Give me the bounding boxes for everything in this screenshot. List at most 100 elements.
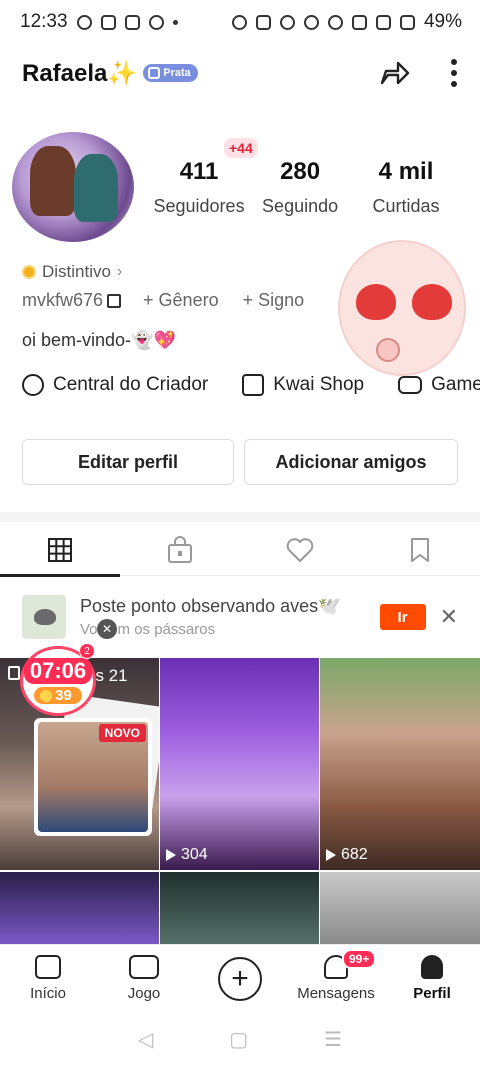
nav-game[interactable]: Jogo (96, 945, 192, 1012)
following-label: Seguindo (262, 196, 339, 216)
home-square-icon[interactable]: ▢ (229, 1027, 248, 1052)
nav-profile[interactable]: Perfil (384, 945, 480, 1012)
heart-eye-right (412, 284, 452, 320)
kwai-shop-link[interactable]: Kwai Shop (242, 374, 364, 396)
tab-private[interactable] (120, 524, 240, 576)
chat-icon (76, 14, 92, 30)
video-thumbnail[interactable] (0, 872, 159, 944)
dot-icon (172, 19, 178, 25)
avatar-image (12, 132, 134, 242)
challenge-subtitle: Vo com os pássaros (80, 621, 216, 638)
heart-icon (286, 538, 314, 562)
alarm-icon (231, 14, 247, 30)
grid-icon (48, 538, 72, 562)
kwai-shop-label: Kwai Shop (273, 374, 365, 395)
recents-icon[interactable]: ☰ (324, 1027, 342, 1052)
edit-id-icon[interactable] (107, 293, 122, 308)
profile-links: Central do Criador Kwai Shop Game (22, 374, 480, 396)
coin-value: 39 (55, 687, 72, 704)
profile-header: Rafaela✨ Prata (0, 50, 480, 96)
section-divider (0, 512, 480, 522)
tab-saved[interactable] (360, 524, 480, 576)
video-thumbnail[interactable]: 304 (160, 658, 319, 870)
likes-stat[interactable]: 4 mil Curtidas (352, 158, 460, 217)
tab-posts[interactable] (0, 524, 120, 577)
new-tag: NOVO (98, 724, 146, 742)
clock: 12:33 (20, 11, 68, 32)
bookmark-icon (411, 538, 429, 562)
new-video-card[interactable]: NOVO (34, 718, 152, 836)
more-options-icon[interactable] (450, 58, 458, 88)
badge-icon (148, 67, 161, 79)
add-friends-button[interactable]: Adicionar amigos (244, 439, 458, 485)
view-count: 682 (326, 846, 368, 864)
play-icon (326, 849, 336, 861)
status-bar: 12:33 49% (0, 0, 480, 44)
heart-eye-left (356, 284, 396, 320)
timer-time: 07:06 (23, 658, 93, 684)
tab-liked[interactable] (240, 524, 360, 576)
home-icon (35, 955, 61, 979)
moon-icon (279, 14, 295, 30)
coin-counter: 39 (34, 687, 82, 704)
signal-icon (375, 14, 391, 30)
go-button[interactable]: Ir (379, 604, 426, 630)
close-icon[interactable]: ✕ (440, 604, 458, 630)
likes-count: 4 mil (378, 158, 434, 185)
bio-text: oi bem-vindo-👻💖 (22, 330, 176, 350)
messages-badge: 99+ (342, 949, 377, 969)
followers-stat[interactable]: 411 Seguidores (150, 158, 248, 217)
following-count: 280 (280, 158, 321, 185)
lock-bag-icon (168, 536, 192, 563)
username: Rafaela✨ (22, 59, 138, 87)
pinterest-icon (148, 14, 164, 30)
close-floating-icon[interactable]: ✕ (97, 619, 117, 639)
following-stat[interactable]: 280 Seguindo (248, 158, 352, 217)
video-thumbnail[interactable]: 682 (320, 658, 480, 870)
share-icon[interactable] (378, 57, 410, 89)
play-icon (166, 849, 176, 861)
view-count: 304 (166, 846, 208, 864)
system-navigation: ◁ ▢ ☰ (0, 1012, 480, 1066)
video-thumbnail[interactable] (320, 872, 480, 944)
nav-create[interactable]: + (192, 945, 288, 1012)
add-gender[interactable]: + Gênero (143, 290, 219, 311)
avatar[interactable] (12, 132, 134, 242)
challenge-banner[interactable]: Poste ponto observando aves🕊️ Vo com os … (0, 586, 480, 648)
heart-eyes-sticker (338, 240, 466, 376)
game-link[interactable]: Game (398, 374, 480, 396)
view-count-value: 304 (181, 846, 208, 863)
badges-link[interactable]: Distintivo › (22, 262, 122, 282)
followers-count: 411 (179, 158, 219, 185)
plus-icon: + (218, 956, 262, 1001)
followers-label: Seguidores (153, 196, 245, 216)
back-icon[interactable]: ◁ (138, 1027, 153, 1052)
lock-icon (8, 666, 20, 680)
battery-icon (399, 14, 415, 30)
nav-messages-label: Mensagens (297, 985, 375, 1002)
shopping-bag-icon (242, 374, 265, 396)
add-sign[interactable]: + Signo (243, 290, 305, 311)
reward-timer[interactable]: 07:06 39 2 (20, 643, 96, 716)
creator-center-link[interactable]: Central do Criador (22, 374, 208, 396)
nav-profile-label: Perfil (413, 985, 451, 1002)
challenge-title: Poste ponto observando aves🕊️ (80, 596, 341, 616)
nav-messages[interactable]: Mensagens 99+ (288, 945, 384, 1012)
hotspot-icon (327, 14, 343, 30)
sticker-mouth (376, 338, 400, 362)
creator-center-label: Central do Criador (53, 374, 209, 395)
nav-home-label: Início (30, 985, 66, 1002)
view-count-value: 682 (341, 846, 368, 863)
bio[interactable]: oi bem-vindo-👻💖 (22, 330, 176, 351)
badge-medal-icon (22, 265, 36, 279)
volte-icon (351, 14, 367, 30)
edit-profile-button[interactable]: Editar perfil (22, 439, 234, 485)
level-badge[interactable]: Prata (143, 64, 198, 82)
person-icon (421, 955, 443, 979)
profile-stats: 411 Seguidores 280 Seguindo 4 mil Curtid… (150, 158, 460, 217)
bottom-navigation: Início Jogo + Mensagens 99+ Perfil (0, 944, 480, 1012)
video-thumbnail[interactable] (160, 872, 319, 944)
nav-home[interactable]: Início (0, 945, 96, 1012)
badge-label: Prata (163, 67, 191, 79)
badges-label: Distintivo (42, 262, 111, 281)
